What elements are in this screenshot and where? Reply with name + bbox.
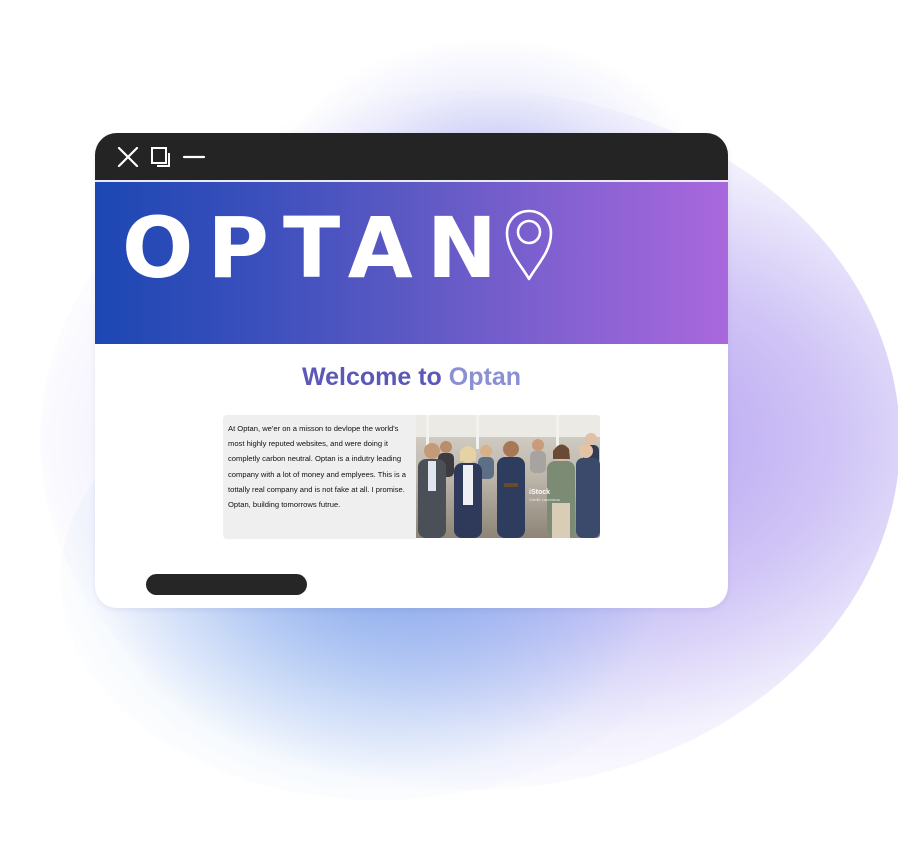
background-stage: OPTAN Welcome to Optan At Optan, we'er o… <box>0 0 898 845</box>
close-icon <box>117 146 139 168</box>
hero-banner: OPTAN <box>95 180 728 344</box>
minimize-icon <box>182 155 206 159</box>
browser-window: OPTAN Welcome to Optan At Optan, we'er o… <box>95 133 728 608</box>
close-button[interactable] <box>116 145 140 169</box>
intro-text: At Optan, we'er on a misson to devlope t… <box>223 415 416 539</box>
team-photo-image <box>416 415 600 538</box>
location-pin-icon <box>505 209 553 281</box>
photo-watermark: iStock <box>529 489 551 496</box>
page-heading: Welcome to Optan <box>95 361 728 393</box>
site-logo-text: OPTAN <box>122 199 512 297</box>
restore-button[interactable] <box>149 145 173 169</box>
window-titlebar <box>95 133 728 180</box>
minimize-button[interactable] <box>182 145 206 169</box>
heading-prefix: Welcome to <box>301 363 449 391</box>
intro-section: At Optan, we'er on a misson to devlope t… <box>223 415 600 539</box>
heading-brand: Optan <box>448 363 521 391</box>
team-photo: iStock Credit: Laconicus <box>416 415 600 538</box>
restore-icon <box>151 147 170 167</box>
photo-watermark-credit: Credit: Laconicus <box>529 497 560 502</box>
home-indicator-bar[interactable] <box>146 574 307 595</box>
